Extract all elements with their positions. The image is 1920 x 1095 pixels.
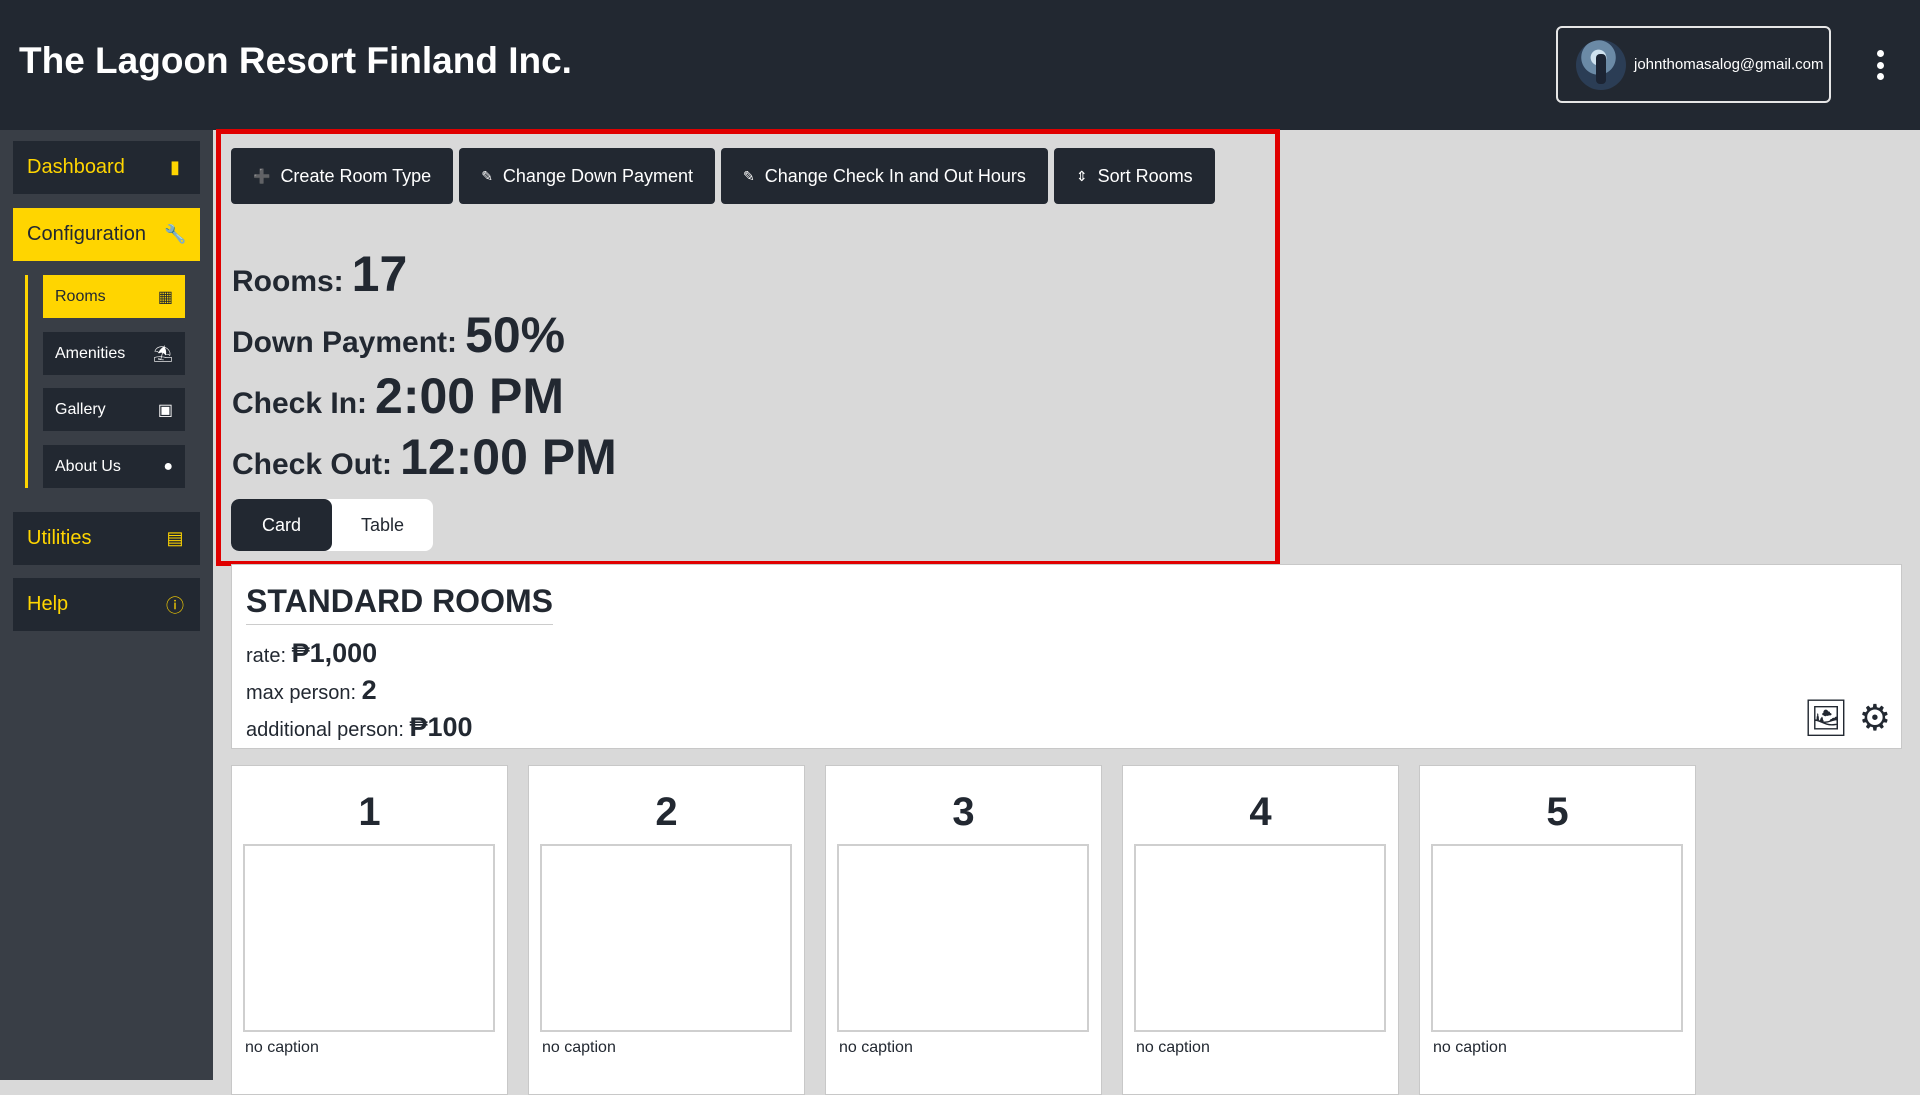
room-card[interactable]: 3 no caption bbox=[825, 765, 1102, 1095]
rooms-stat: Rooms: 17 bbox=[232, 245, 407, 303]
sidebar-item-label: Configuration bbox=[27, 223, 146, 245]
room-number: 2 bbox=[655, 790, 678, 834]
plus-square-icon: ➕ bbox=[253, 167, 271, 184]
sidebar-subitem-about-us[interactable]: About Us ● bbox=[43, 445, 185, 488]
view-toggle: Card Table bbox=[231, 499, 433, 551]
additional-person-value: ₱100 bbox=[409, 712, 473, 742]
sidebar-item-label: Dashboard bbox=[27, 156, 125, 178]
room-image bbox=[1431, 844, 1683, 1032]
rate-line: rate: ₱1,000 bbox=[246, 638, 377, 669]
sort-icon: ⇕ bbox=[1075, 167, 1088, 184]
additional-person-line: additional person: ₱100 bbox=[246, 712, 473, 743]
button-label: Change Down Payment bbox=[502, 165, 694, 186]
room-card[interactable]: 2 no caption bbox=[528, 765, 805, 1095]
button-label: Sort Rooms bbox=[1097, 165, 1193, 186]
avatar bbox=[1576, 39, 1626, 90]
room-caption: no caption bbox=[839, 1039, 913, 1056]
sort-rooms-button[interactable]: ⇕ Sort Rooms bbox=[1053, 148, 1215, 204]
room-number: 3 bbox=[952, 790, 975, 834]
submenu-divider bbox=[25, 275, 28, 488]
sidebar-item-label: Help bbox=[27, 593, 69, 615]
wrench-icon: 🔧 bbox=[164, 224, 187, 244]
top-bar: The Lagoon Resort Finland Inc. johnthoma… bbox=[0, 0, 1920, 130]
room-card-list: 1 no caption 2 no caption 3 no caption 4… bbox=[231, 765, 1696, 1095]
room-type-title: STANDARD ROOMS bbox=[246, 583, 553, 625]
button-label: Change Check In and Out Hours bbox=[764, 165, 1026, 186]
sidebar-item-dashboard[interactable]: Dashboard ▮ bbox=[13, 141, 200, 194]
stat-value: 2:00 PM bbox=[375, 368, 564, 424]
sidebar-subitem-amenities[interactable]: Amenities ⛱ bbox=[43, 332, 185, 375]
table-view-tab[interactable]: Table bbox=[332, 499, 433, 551]
room-caption: no caption bbox=[245, 1039, 319, 1056]
change-down-payment-button[interactable]: ✎ Change Down Payment bbox=[459, 148, 716, 204]
image-icon[interactable]: 🖼 bbox=[1803, 697, 1849, 739]
sidebar-item-help[interactable]: Help ⓘ bbox=[13, 578, 200, 631]
sidebar-item-label: Utilities bbox=[27, 527, 92, 549]
max-person-label: max person: bbox=[246, 682, 357, 704]
gear-icon[interactable]: ⚙ bbox=[1859, 697, 1891, 739]
help-circle-icon: ⓘ bbox=[166, 595, 184, 616]
additional-person-label: additional person: bbox=[246, 719, 404, 741]
room-type-actions: 🖼 ⚙ bbox=[1803, 697, 1891, 739]
change-check-hours-button[interactable]: ✎ Change Check In and Out Hours bbox=[721, 148, 1048, 204]
room-card[interactable]: 4 no caption bbox=[1122, 765, 1399, 1095]
stat-label: Check In: bbox=[232, 387, 368, 420]
rate-value: ₱1,000 bbox=[291, 638, 378, 668]
room-actions-toolbar: ➕ Create Room Type ✎ Change Down Payment… bbox=[231, 148, 1215, 204]
stat-label: Down Payment: bbox=[232, 326, 458, 359]
sidebar: Dashboard ▮ Configuration 🔧 Rooms ▦ Amen… bbox=[0, 130, 213, 1080]
edit-icon: ✎ bbox=[481, 167, 493, 184]
stat-value: 50% bbox=[465, 307, 566, 363]
location-pin-icon: ● bbox=[163, 457, 173, 475]
stat-value: 17 bbox=[351, 246, 408, 302]
room-image bbox=[540, 844, 792, 1032]
stat-value: 12:00 PM bbox=[400, 429, 617, 485]
stat-label: Check Out: bbox=[232, 448, 393, 481]
room-caption: no caption bbox=[542, 1039, 616, 1056]
down-payment-stat: Down Payment: 50% bbox=[232, 306, 565, 364]
user-email: johnthomasalog@gmail.com bbox=[1634, 56, 1824, 73]
create-room-type-button[interactable]: ➕ Create Room Type bbox=[231, 148, 454, 204]
rate-label: rate: bbox=[246, 645, 287, 667]
sidebar-item-utilities[interactable]: Utilities ▤ bbox=[13, 512, 200, 565]
edit-icon: ✎ bbox=[743, 167, 755, 184]
room-card[interactable]: 5 no caption bbox=[1419, 765, 1696, 1095]
camera-icon: ▣ bbox=[157, 401, 173, 419]
max-person-value: 2 bbox=[361, 675, 377, 705]
sidebar-subitem-label: Amenities bbox=[55, 344, 126, 362]
brand-title: The Lagoon Resort Finland Inc. bbox=[19, 40, 572, 81]
room-caption: no caption bbox=[1136, 1039, 1210, 1056]
sidebar-subitem-label: About Us bbox=[55, 457, 121, 475]
building-icon: ▦ bbox=[157, 288, 173, 306]
sidebar-subitem-label: Gallery bbox=[55, 400, 106, 418]
card-view-tab[interactable]: Card bbox=[231, 499, 332, 551]
room-type-panel: STANDARD ROOMS rate: ₱1,000 max person: … bbox=[231, 564, 1902, 749]
room-caption: no caption bbox=[1433, 1039, 1507, 1056]
room-image bbox=[1134, 844, 1386, 1032]
sidebar-subitem-label: Rooms bbox=[55, 287, 106, 305]
sidebar-item-configuration[interactable]: Configuration 🔧 bbox=[13, 208, 200, 261]
server-icon: ▤ bbox=[166, 528, 184, 548]
room-image bbox=[837, 844, 1089, 1032]
room-number: 4 bbox=[1249, 790, 1272, 834]
stat-label: Rooms: bbox=[232, 265, 344, 298]
user-account-button[interactable]: johnthomasalog@gmail.com bbox=[1556, 26, 1831, 103]
check-out-stat: Check Out: 12:00 PM bbox=[232, 428, 617, 486]
room-number: 1 bbox=[358, 790, 381, 834]
more-options-icon[interactable] bbox=[1870, 50, 1890, 80]
max-person-line: max person: 2 bbox=[246, 675, 377, 706]
sidebar-subitem-gallery[interactable]: Gallery ▣ bbox=[43, 388, 185, 431]
room-number: 5 bbox=[1546, 790, 1569, 834]
bar-chart-icon: ▮ bbox=[170, 157, 180, 177]
button-label: Create Room Type bbox=[280, 165, 432, 186]
check-in-stat: Check In: 2:00 PM bbox=[232, 367, 564, 425]
room-card[interactable]: 1 no caption bbox=[231, 765, 508, 1095]
umbrella-beach-icon: ⛱ bbox=[152, 345, 173, 363]
room-image bbox=[243, 844, 495, 1032]
sidebar-subitem-rooms[interactable]: Rooms ▦ bbox=[43, 275, 185, 318]
